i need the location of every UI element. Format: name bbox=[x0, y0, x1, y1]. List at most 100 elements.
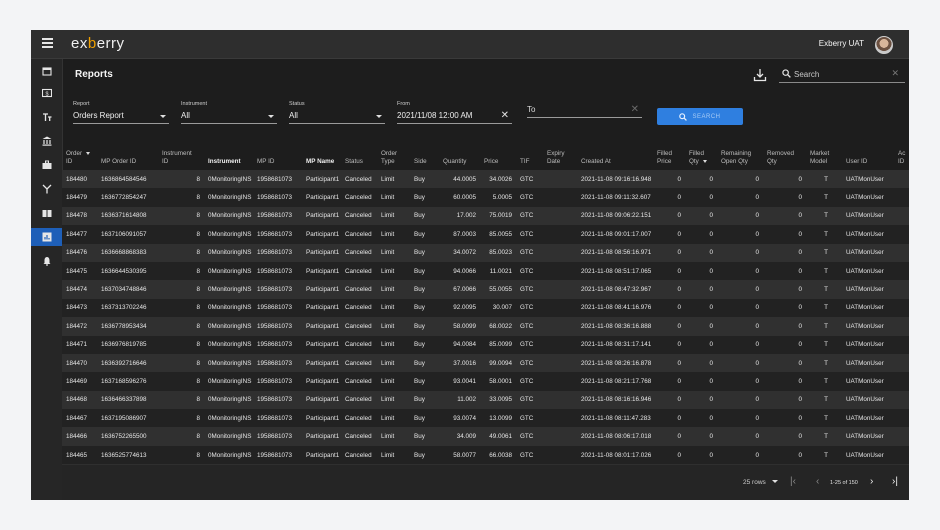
table-row[interactable]: 184471 1636976819785 8 0MonitoringINS 195868… bbox=[62, 335, 909, 354]
download-icon[interactable] bbox=[753, 68, 767, 82]
column-header[interactable]: Order ID bbox=[62, 150, 97, 170]
column-header[interactable]: MP Name bbox=[302, 150, 341, 170]
table-cell bbox=[543, 170, 577, 189]
last-page-icon[interactable]: ›| bbox=[892, 476, 898, 487]
clear-search-icon[interactable]: ✕ bbox=[891, 68, 899, 79]
column-header[interactable]: Filled Price bbox=[653, 150, 685, 170]
column-header[interactable]: Order Type bbox=[377, 150, 410, 170]
table-cell bbox=[894, 261, 909, 281]
table-row[interactable]: 184477 1637106091057 8 0MonitoringINS 195868… bbox=[62, 225, 909, 244]
report-select[interactable]: Report Orders Report bbox=[73, 101, 169, 124]
table-cell: 0 bbox=[685, 243, 717, 262]
table-cell: T bbox=[806, 372, 842, 391]
column-header[interactable]: User ID bbox=[842, 150, 894, 170]
column-header[interactable]: Quantity bbox=[439, 150, 480, 170]
first-page-icon[interactable]: |‹ bbox=[790, 476, 796, 487]
table-row[interactable]: 184468 1636466337898 8 0MonitoringINS 195868… bbox=[62, 390, 909, 410]
bank-icon[interactable] bbox=[31, 132, 62, 150]
calendar-icon[interactable] bbox=[31, 62, 62, 80]
column-header[interactable]: MP ID bbox=[253, 150, 302, 170]
table-cell: 0 bbox=[717, 298, 763, 318]
table-cell: 0 bbox=[717, 261, 763, 281]
column-header[interactable]: Removed Qty bbox=[763, 150, 806, 170]
column-header-bottom: Price bbox=[657, 158, 672, 165]
table-cell: 0 bbox=[685, 317, 717, 336]
report-label: Report bbox=[73, 101, 90, 107]
bell-icon[interactable] bbox=[31, 252, 62, 270]
to-date-field[interactable]: To ✕ bbox=[527, 101, 642, 118]
search-button[interactable]: SEARCH bbox=[657, 108, 743, 125]
table-cell: 0 bbox=[717, 335, 763, 354]
table-row[interactable]: 184476 1636668868383 8 0MonitoringINS 195868… bbox=[62, 243, 909, 262]
table-cell: UATMonUser bbox=[842, 170, 894, 189]
column-header-bottom: ID bbox=[162, 158, 169, 165]
table-row[interactable]: 184473 1637313702246 8 0MonitoringINS 195868… bbox=[62, 298, 909, 318]
column-header[interactable]: Remaining Open Qty bbox=[717, 150, 763, 170]
table-cell: GTC bbox=[516, 298, 543, 318]
column-header[interactable]: Market Model bbox=[806, 150, 842, 170]
table-row[interactable]: 184474 1637034748846 8 0MonitoringINS 195868… bbox=[62, 280, 909, 299]
table-cell: 0 bbox=[763, 225, 806, 244]
table-row[interactable]: 184469 1637168596276 8 0MonitoringINS 195868… bbox=[62, 372, 909, 391]
table-cell: 0 bbox=[653, 206, 685, 226]
table-cell: UATMonUser bbox=[842, 335, 894, 354]
instrument-select[interactable]: Instrument All bbox=[181, 101, 277, 124]
column-header[interactable]: Instrument bbox=[204, 150, 253, 170]
search-input[interactable] bbox=[794, 67, 889, 81]
column-header[interactable]: Status bbox=[341, 150, 377, 170]
book-icon[interactable] bbox=[31, 204, 62, 222]
clear-from-icon[interactable]: ✕ bbox=[501, 110, 509, 122]
column-header[interactable]: MP Order ID bbox=[97, 150, 158, 170]
table-cell: 184468 bbox=[62, 390, 97, 410]
sort-icon[interactable] bbox=[702, 159, 707, 163]
report-value: Orders Report bbox=[73, 111, 124, 120]
next-page-icon[interactable]: › bbox=[870, 476, 873, 487]
table-cell: 0 bbox=[763, 372, 806, 391]
column-header[interactable]: Side bbox=[410, 150, 439, 170]
table-row[interactable]: 184467 1637195086907 8 0MonitoringINS 195868… bbox=[62, 409, 909, 428]
table-row[interactable]: 184470 1636392716646 8 0MonitoringINS 195868… bbox=[62, 353, 909, 373]
table-cell: 0MonitoringINS bbox=[204, 280, 253, 299]
table-cell: 0 bbox=[763, 261, 806, 281]
from-label: From bbox=[397, 101, 410, 107]
clear-to-icon[interactable]: ✕ bbox=[631, 104, 639, 116]
report-icon[interactable] bbox=[31, 228, 62, 246]
table-cell: Participant1 bbox=[302, 335, 341, 354]
column-header[interactable]: Filled Qty bbox=[685, 150, 717, 170]
table-cell: 1637313702246 bbox=[97, 298, 158, 318]
column-header[interactable]: Expiry Date bbox=[543, 150, 577, 170]
user-name[interactable]: Exberry UAT bbox=[819, 39, 864, 48]
table-row[interactable]: 184475 1636644530395 8 0MonitoringINS 195868… bbox=[62, 261, 909, 281]
table-row[interactable]: 184479 1636772854247 8 0MonitoringINS 195868… bbox=[62, 188, 909, 207]
table-cell: Limit bbox=[377, 372, 410, 391]
menu-icon[interactable] bbox=[42, 38, 53, 48]
table-row[interactable]: 184472 1636778953434 8 0MonitoringINS 195868… bbox=[62, 317, 909, 336]
table-row[interactable]: 184466 1636752265500 8 0MonitoringINS 195868… bbox=[62, 427, 909, 446]
table-row[interactable]: 184478 1636371614808 8 0MonitoringINS 195868… bbox=[62, 206, 909, 226]
table-cell: 8 bbox=[158, 427, 204, 446]
table-cell: Participant1 bbox=[302, 409, 341, 428]
column-header[interactable]: Price bbox=[480, 150, 516, 170]
table-cell: Canceled bbox=[341, 188, 377, 207]
avatar[interactable] bbox=[875, 36, 893, 54]
table-cell: 0 bbox=[685, 170, 717, 189]
column-header[interactable]: Instrument ID bbox=[158, 150, 204, 170]
table-row[interactable]: 184480 1636864584546 8 0MonitoringINS 195868… bbox=[62, 170, 909, 189]
briefcase-icon[interactable] bbox=[31, 156, 62, 174]
table-row[interactable]: 184465 1636525774613 8 0MonitoringINS 195868… bbox=[62, 445, 909, 464]
status-select[interactable]: Status All bbox=[289, 101, 385, 124]
table-cell: Participant1 bbox=[302, 225, 341, 244]
column-header[interactable]: TIF bbox=[516, 150, 543, 170]
rows-per-page-select[interactable]: 25 rows bbox=[743, 479, 778, 486]
column-header[interactable]: Created At bbox=[577, 150, 653, 170]
orders-table-wrap[interactable]: Order ID MP Order ID Instrument ID Instrument… bbox=[62, 150, 909, 464]
table-cell bbox=[543, 353, 577, 373]
sort-icon[interactable] bbox=[86, 151, 91, 155]
from-date-field[interactable]: From 2021/11/08 12:00 AM ✕ bbox=[397, 101, 512, 124]
prev-page-icon[interactable]: ‹ bbox=[816, 476, 819, 487]
font-size-icon[interactable] bbox=[31, 108, 62, 126]
table-cell: UATMonUser bbox=[842, 261, 894, 281]
column-header[interactable]: Ac ID bbox=[894, 150, 909, 170]
dollar-icon[interactable]: $ bbox=[31, 84, 62, 102]
fork-icon[interactable] bbox=[31, 180, 62, 198]
